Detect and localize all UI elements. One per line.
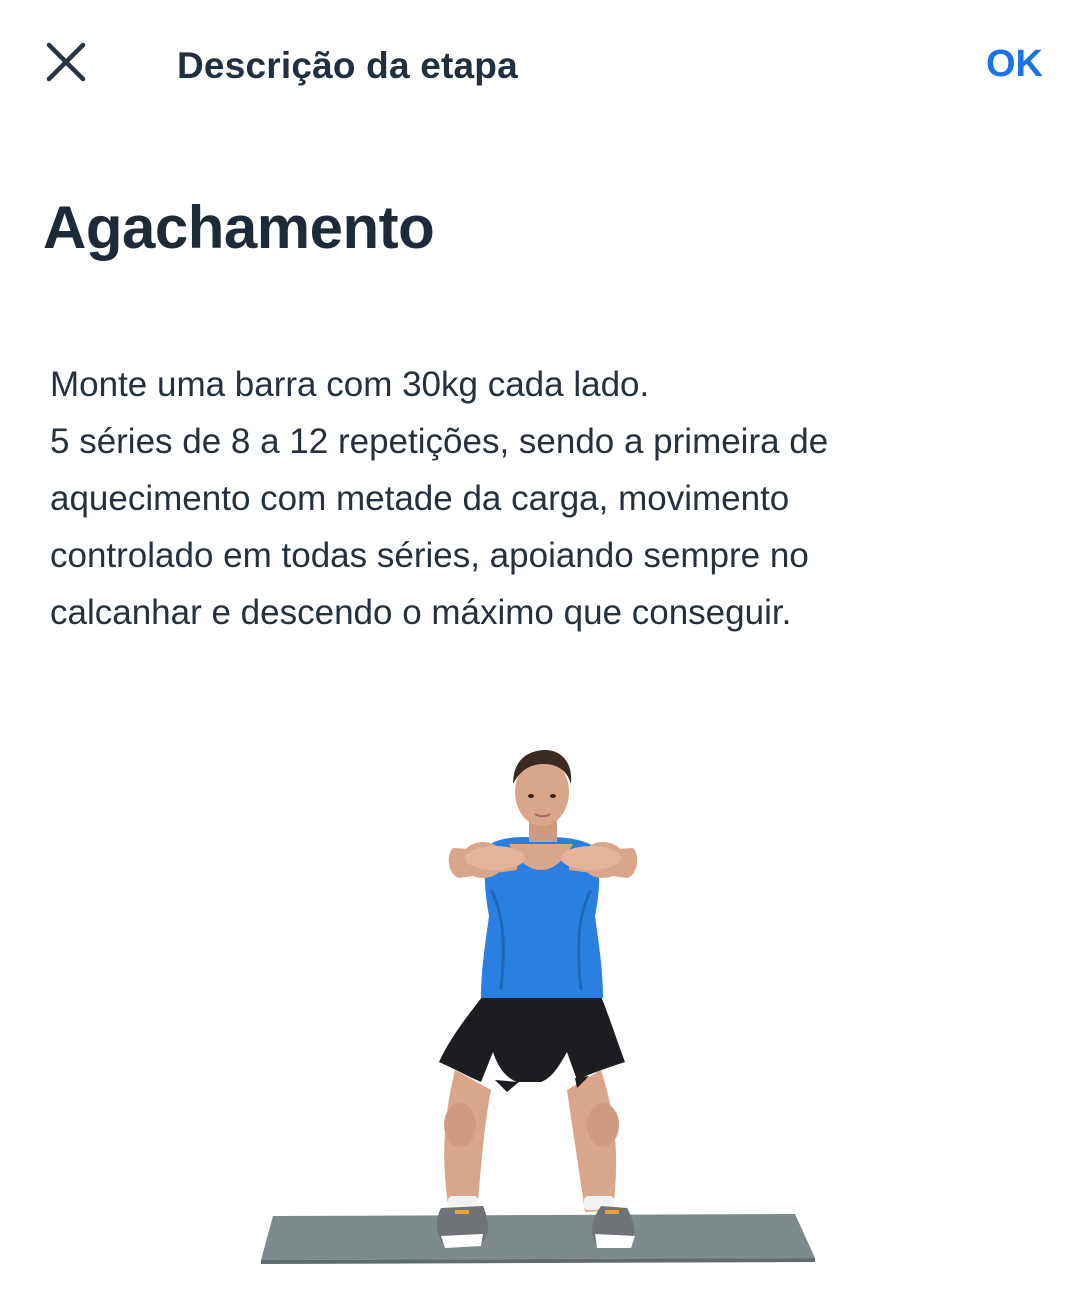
close-icon bbox=[46, 42, 86, 82]
description-line: 5 séries de 8 a 12 repetições, sendo a p… bbox=[50, 422, 829, 461]
close-button[interactable] bbox=[36, 32, 96, 92]
step-description: Monte uma barra com 30kg cada lado. 5 sé… bbox=[50, 356, 1010, 641]
squat-exercise-image bbox=[261, 750, 815, 1264]
description-line: Monte uma barra com 30kg cada lado. bbox=[50, 365, 650, 404]
step-title: Agachamento bbox=[43, 194, 435, 261]
page-title: Descrição da etapa bbox=[177, 45, 518, 86]
top-bar: Descrição da etapa OK bbox=[0, 0, 1080, 132]
step-description-screen: Descrição da etapa OK Agachamento Monte … bbox=[0, 0, 1080, 1299]
description-line: calcanhar e descendo o máximo que conseg… bbox=[50, 593, 792, 632]
exercise-mat bbox=[261, 1214, 815, 1260]
description-line: controlado em todas séries, apoiando sem… bbox=[50, 536, 809, 575]
description-line: aquecimento com metade da carga, movimen… bbox=[50, 479, 790, 518]
ok-button[interactable]: OK bbox=[986, 38, 1043, 90]
